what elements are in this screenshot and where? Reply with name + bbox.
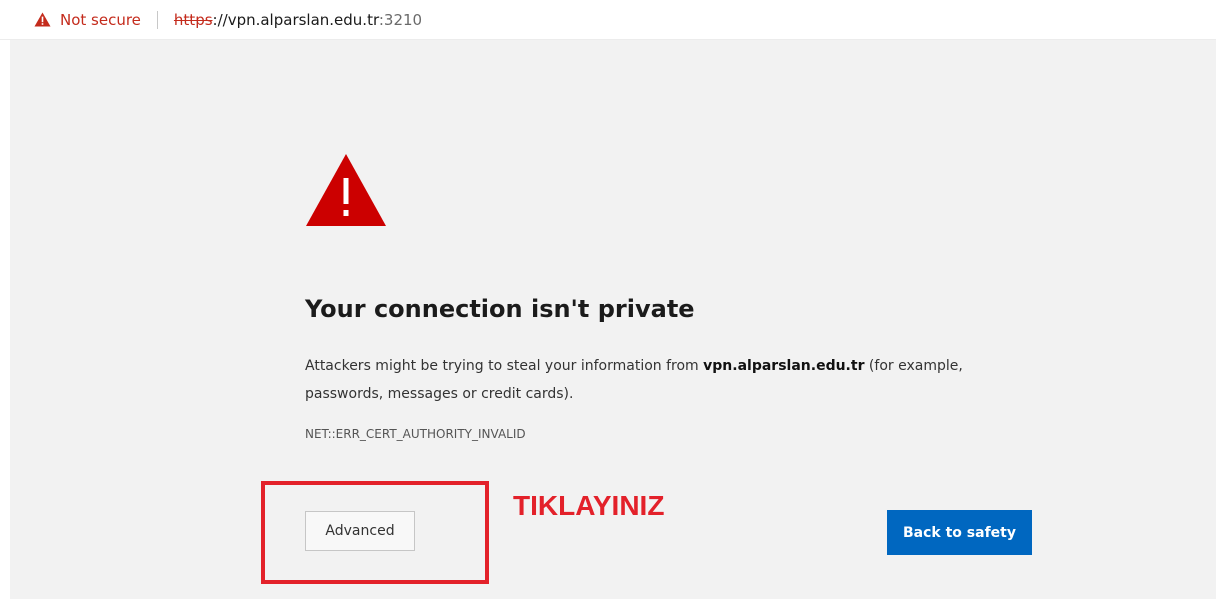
warning-triangle-icon bbox=[306, 154, 386, 226]
not-secure-label[interactable]: Not secure bbox=[60, 11, 141, 29]
address-divider bbox=[156, 10, 158, 29]
description-text-before: Attackers might be trying to steal your … bbox=[305, 358, 704, 374]
annotation-text: TIKLAYINIZ bbox=[513, 490, 665, 521]
page-title: Your connection isn't private bbox=[305, 295, 695, 323]
error-description: Attackers might be trying to steal your … bbox=[305, 352, 1025, 408]
warning-triangle-icon bbox=[34, 12, 51, 27]
url-text[interactable]: https://vpn.alparslan.edu.tr:3210 bbox=[174, 11, 422, 29]
annotation-highlight-box bbox=[261, 481, 489, 584]
back-to-safety-button[interactable]: Back to safety bbox=[887, 510, 1032, 555]
error-page: Your connection isn't private Attackers … bbox=[10, 40, 1216, 599]
url-host: ://vpn.alparslan.edu.tr bbox=[212, 10, 379, 29]
address-bar[interactable]: Not secure https://vpn.alparslan.edu.tr:… bbox=[0, 0, 1216, 40]
error-code: NET::ERR_CERT_AUTHORITY_INVALID bbox=[305, 427, 526, 441]
url-scheme: https bbox=[173, 10, 213, 29]
url-port: :3210 bbox=[378, 10, 423, 29]
description-host: vpn.alparslan.edu.tr bbox=[703, 358, 865, 374]
